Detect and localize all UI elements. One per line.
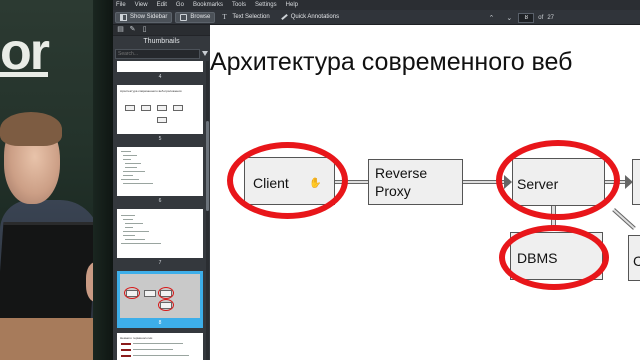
next-page-icon[interactable]: ⌄ (506, 14, 512, 22)
thumbnail-number: 4 (158, 74, 162, 80)
camera-feed: or (0, 0, 113, 360)
bookmarks-tab-icon[interactable]: ▯ (140, 26, 149, 34)
page-of-label: of (538, 14, 544, 21)
node-partial-right-bottom: C (628, 235, 640, 281)
browse-label: Browse (190, 14, 211, 20)
sidebar: ▤ ✎ ▯ Thumbnails 4 Архитектура современн… (113, 25, 210, 360)
menu-settings[interactable]: Settings (255, 0, 277, 10)
sidebar-icon (120, 13, 127, 21)
page-navigation: ⌃ ⌄ of 27 (483, 10, 558, 25)
thumbnail-number: 8 (158, 320, 162, 326)
menu-file[interactable]: File (116, 0, 126, 10)
menu-edit[interactable]: Edit (157, 0, 167, 10)
presenter-hair (0, 112, 62, 146)
thumbnails-title: Thumbnails (143, 38, 180, 45)
text-selection-button[interactable]: T Text Selection (218, 12, 273, 23)
thumbnail-list: 4 Архитектура современного веб-приложени… (115, 61, 205, 360)
laptop (0, 222, 98, 322)
text-selection-label: Text Selection (232, 14, 270, 20)
node-reverse-proxy: Reverse Proxy (368, 159, 463, 205)
filter-icon[interactable] (202, 51, 208, 56)
pen-icon (280, 13, 288, 21)
show-sidebar-label: Show Sidebar (130, 14, 168, 20)
thumbnail-number: 6 (158, 198, 162, 204)
thumbnail-scroll-thumb[interactable] (206, 121, 209, 211)
show-sidebar-button[interactable]: Show Sidebar (115, 11, 173, 23)
thumbnail-number: 5 (158, 136, 162, 142)
document-page: Архитектура современного веб Client ✋ Re… (210, 25, 640, 360)
chalkboard-text: or (0, 23, 50, 81)
thumbnail-number: 7 (158, 260, 162, 266)
annotations-tab-icon[interactable]: ✎ (128, 26, 137, 34)
browse-button[interactable]: Browse (175, 11, 216, 23)
quick-annotations-label: Quick Annotations (290, 14, 340, 20)
connector-server-diagonal (612, 208, 636, 230)
menu-help[interactable]: Help (286, 0, 298, 10)
wall-edge (93, 0, 113, 360)
highlight-dbms (499, 225, 609, 290)
thumbnail-page-7[interactable] (117, 209, 203, 258)
quick-annotations-button[interactable]: Quick Annotations (277, 12, 343, 23)
thumbnails-tab-icon[interactable]: ▤ (116, 26, 125, 34)
menu-view[interactable]: View (135, 0, 148, 10)
page-total: 27 (547, 14, 554, 21)
document-viewer-window: File View Edit Go Bookmarks Tools Settin… (113, 0, 640, 360)
thumbnail-page-5[interactable]: Архитектура современного веб-приложения (117, 85, 203, 134)
page-number-input[interactable] (518, 12, 535, 23)
text-cursor-icon: T (222, 12, 227, 21)
highlight-server (496, 140, 620, 220)
node-reverse-proxy-label-1: Reverse (375, 165, 428, 181)
thumbnails-panel: Thumbnails 4 Архитектура современного ве… (113, 36, 210, 360)
node-reverse-proxy-label-2: Proxy (375, 183, 411, 199)
menubar: File View Edit Go Bookmarks Tools Settin… (113, 0, 640, 10)
thumbnail-search-input[interactable] (115, 48, 200, 59)
thumbnail-page-6[interactable] (117, 147, 203, 196)
sidebar-tabs: ▤ ✎ ▯ (113, 25, 210, 36)
menu-go[interactable]: Go (176, 0, 184, 10)
highlight-client (227, 142, 348, 219)
menu-bookmarks[interactable]: Bookmarks (193, 0, 223, 10)
thumbnail-caption: Немного терминологии (120, 336, 153, 340)
thumbnail-page-4[interactable] (117, 61, 203, 72)
menu-tools[interactable]: Tools (232, 0, 246, 10)
hand-icon (180, 13, 188, 21)
thumbnail-search-row (115, 48, 208, 59)
slide-title: Архитектура современного веб (210, 48, 573, 76)
thumbnail-caption: Архитектура современного веб-приложения (120, 89, 182, 93)
node-partial-right-top (632, 159, 640, 205)
main-toolbar: Show Sidebar Browse T Text Selection Qui… (113, 10, 640, 25)
node-partial-label: C (633, 253, 640, 269)
thumbnail-page-9[interactable]: Немного терминологии (117, 333, 203, 360)
thumbnail-page-8-selected[interactable]: 8 (117, 271, 203, 328)
thumbnail-scrollbar[interactable] (206, 61, 209, 360)
previous-page-icon[interactable]: ⌃ (489, 14, 495, 22)
